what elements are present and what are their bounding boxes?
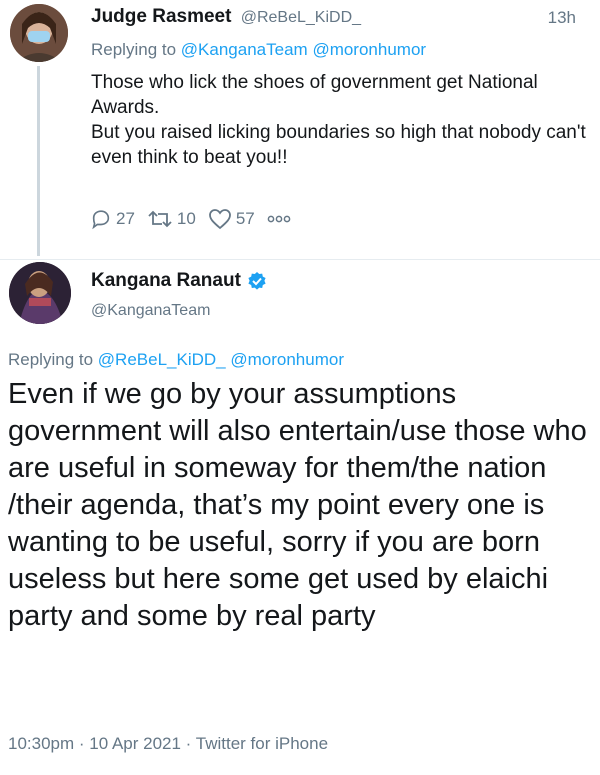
- reply-button[interactable]: 27: [90, 208, 135, 230]
- reply-tweet: Judge Rasmeet @ReBeL_KiDD_ 13h Replying …: [0, 0, 600, 260]
- thread-line: [37, 66, 40, 256]
- tweet-meta[interactable]: 10:30pm · 10 Apr 2021 · Twitter for iPho…: [8, 734, 328, 754]
- retweet-count: 10: [176, 209, 196, 228]
- reply-tweet-header: Judge Rasmeet @ReBeL_KiDD_ 13h: [91, 6, 590, 32]
- more-button[interactable]: [267, 214, 295, 224]
- reply-count: 27: [116, 209, 135, 228]
- avatar[interactable]: [9, 262, 71, 324]
- retweet-icon: [148, 210, 172, 228]
- main-tweet-text: Even if we go by your assumptions govern…: [8, 378, 587, 632]
- author-name-row: Kangana Ranaut: [91, 270, 267, 292]
- replying-to: Replying to @ReBeL_KiDD_ @moronhumor: [8, 350, 344, 370]
- tweet-text-line: But you raised licking boundaries so hig…: [91, 122, 586, 168]
- avatar[interactable]: [10, 4, 68, 62]
- replying-prefix: Replying to: [8, 350, 94, 369]
- mention-link[interactable]: @moronhumor: [230, 350, 344, 369]
- verified-icon: [248, 272, 266, 290]
- action-bar: 27 10 57: [90, 206, 307, 232]
- timestamp[interactable]: 13h: [548, 8, 576, 28]
- mention-link[interactable]: @KanganaTeam: [181, 40, 308, 59]
- main-tweet-header: Kangana Ranaut @KanganaTeam: [91, 270, 267, 320]
- more-icon: [267, 215, 291, 223]
- author-handle[interactable]: @ReBeL_KiDD_: [241, 9, 361, 26]
- replying-to: Replying to @KanganaTeam @moronhumor: [91, 40, 426, 60]
- mention-link[interactable]: @moronhumor: [312, 40, 426, 59]
- reply-icon: [92, 210, 110, 230]
- replying-prefix: Replying to: [91, 40, 177, 59]
- reply-tweet-text: Those who lick the shoes of government g…: [91, 70, 596, 170]
- like-count: 57: [235, 209, 255, 228]
- author-name[interactable]: Kangana Ranaut: [91, 270, 241, 292]
- mention-link[interactable]: @ReBeL_KiDD_: [98, 350, 226, 369]
- like-button[interactable]: 57: [208, 208, 255, 230]
- author-handle[interactable]: @KanganaTeam: [91, 302, 267, 320]
- retweet-button[interactable]: 10: [147, 208, 196, 230]
- author-name[interactable]: Judge Rasmeet: [91, 6, 231, 27]
- tweet-text-line: Those who lick the shoes of government g…: [91, 72, 538, 118]
- divider: [0, 259, 600, 260]
- heart-icon: [208, 209, 231, 230]
